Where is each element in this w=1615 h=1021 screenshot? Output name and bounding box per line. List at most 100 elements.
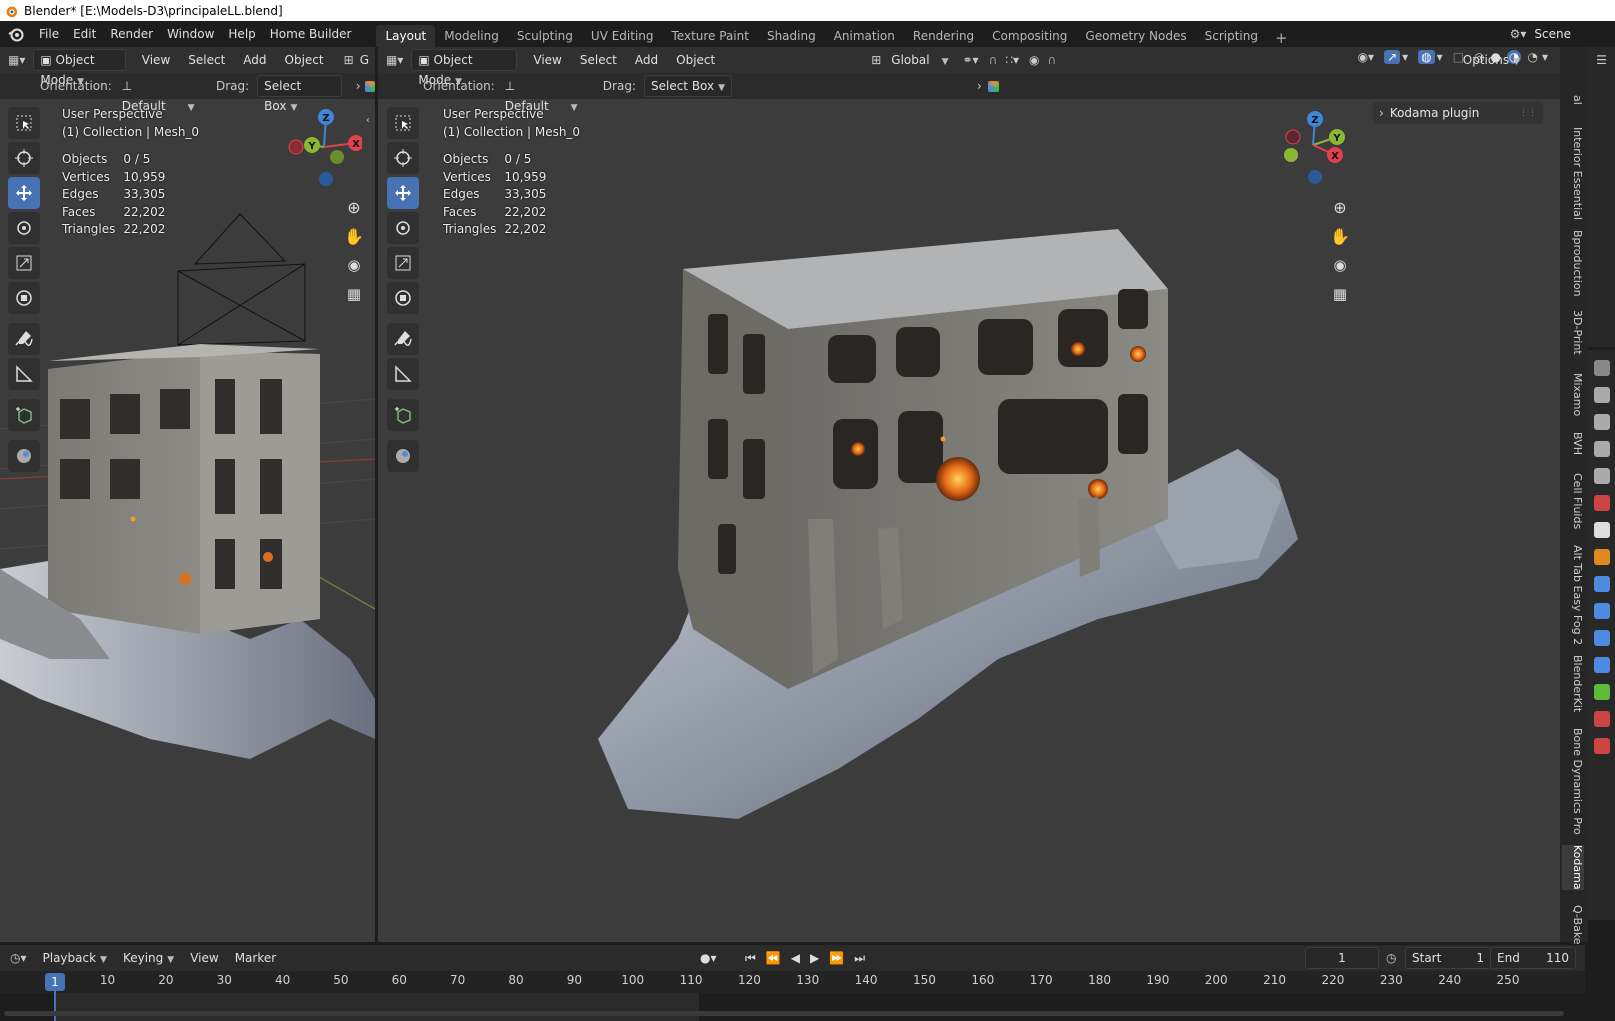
shading-dropdown-icon[interactable]: ▾ xyxy=(1542,50,1548,64)
tab-layout[interactable]: Layout xyxy=(376,25,436,47)
zoom-icon[interactable]: ⊕ xyxy=(342,195,366,219)
left-menu-add[interactable]: Add xyxy=(237,50,272,70)
play-reverse-icon[interactable]: ◀ xyxy=(791,951,800,965)
playback-menu[interactable]: Playback ▼ xyxy=(37,948,113,968)
main-move-tool[interactable] xyxy=(387,177,419,209)
main-mode-dropdown[interactable]: ▣ Object Mode ▼ xyxy=(411,49,518,87)
sidebar-tab-bproduction[interactable]: Bproduction xyxy=(1562,230,1584,297)
main-menu-view[interactable]: View xyxy=(527,50,567,70)
overlay-dropdown-icon[interactable]: ▾ xyxy=(1437,50,1443,64)
sidebar-tab-bvh[interactable]: BVH xyxy=(1562,432,1584,455)
sidebar-tab-alt-tab-easy-fog[interactable]: Alt Tab Easy Fog 2 xyxy=(1562,545,1584,645)
menu-file[interactable]: File xyxy=(32,27,66,41)
gizmo-dropdown-icon[interactable]: ▾ xyxy=(1402,50,1408,64)
transform-orientation-dropdown[interactable]: Global ▼ xyxy=(885,50,954,70)
blender-menu-icon[interactable] xyxy=(8,26,24,42)
snap-magnet-icon[interactable]: ∩ xyxy=(989,53,998,67)
left-navigation-gizmo[interactable]: Z X Y xyxy=(282,107,362,187)
data-properties-icon[interactable] xyxy=(1593,684,1610,700)
constraints-properties-icon[interactable] xyxy=(1593,657,1610,673)
main-zoom-icon[interactable]: ⊕ xyxy=(1328,195,1352,219)
left-sidebar-toggle-icon[interactable]: ‹ xyxy=(366,115,370,126)
main-collapse-chevron-icon[interactable]: › xyxy=(977,79,982,93)
gizmo-toggle-icon[interactable]: ↗ xyxy=(1384,50,1401,64)
main-menu-select[interactable]: Select xyxy=(574,50,623,70)
sidebar-tab-3d-print[interactable]: 3D-Print xyxy=(1562,310,1584,355)
annotate-tool[interactable] xyxy=(8,323,40,355)
object-properties-icon[interactable] xyxy=(1593,549,1610,565)
play-icon[interactable]: ▶ xyxy=(810,951,819,965)
left-collapse-chevron-icon[interactable]: › xyxy=(356,79,361,93)
perspective-grid-icon[interactable]: ▦ xyxy=(342,282,366,306)
sidebar-tab-cell-fluids[interactable]: Cell Fluids xyxy=(1562,473,1584,529)
main-rotate-tool[interactable] xyxy=(387,212,419,244)
timeline-view-menu[interactable]: View xyxy=(184,948,224,968)
record-icon[interactable]: ●▾ xyxy=(700,951,717,965)
tab-modeling[interactable]: Modeling xyxy=(435,25,508,47)
left-menu-select[interactable]: Select xyxy=(182,50,231,70)
view-layer-properties-icon[interactable] xyxy=(1593,441,1610,457)
collection-properties-icon[interactable] xyxy=(1593,522,1610,538)
transform-tool[interactable] xyxy=(8,282,40,314)
add-workspace-icon[interactable]: + xyxy=(1267,29,1296,47)
add-cube-tool[interactable] xyxy=(8,399,40,431)
material-properties-icon[interactable] xyxy=(1593,711,1610,727)
scene-selector-icon[interactable]: ⚙▾ xyxy=(1510,27,1527,41)
left-transform-orientation-icon[interactable]: ⊞ xyxy=(344,53,354,67)
physics-properties-icon[interactable] xyxy=(1593,630,1610,646)
left-drag-dropdown[interactable]: Select Box ▼ xyxy=(257,75,342,113)
main-pan-hand-icon[interactable]: ✋ xyxy=(1328,224,1352,248)
proportional-edit-icon[interactable]: ◉ xyxy=(1029,53,1039,67)
main-shading-ball-tool[interactable] xyxy=(387,440,419,472)
tab-animation[interactable]: Animation xyxy=(825,25,904,47)
timeline-area[interactable]: 10 20 30 40 50 60 70 80 90 100 110 120 130 140 150 160 1… xyxy=(0,971,1585,1021)
prev-keyframe-icon[interactable]: ⏪ xyxy=(766,951,781,965)
render-properties-icon[interactable] xyxy=(1593,387,1610,403)
main-select-box-tool[interactable] xyxy=(387,107,419,139)
measure-tool[interactable] xyxy=(8,358,40,390)
tab-sculpting[interactable]: Sculpting xyxy=(508,25,582,47)
sidebar-tab-bone-dynamics-pro[interactable]: Bone Dynamics Pro xyxy=(1562,728,1584,835)
main-annotate-tool[interactable] xyxy=(387,323,419,355)
camera-view-icon[interactable]: ◉ xyxy=(342,253,366,277)
menu-edit[interactable]: Edit xyxy=(66,27,103,41)
snap-increment-icon[interactable]: ∷▾ xyxy=(1005,53,1019,67)
main-perspective-grid-icon[interactable]: ▦ xyxy=(1328,282,1352,306)
outliner-editor-icon[interactable]: ☰ xyxy=(1588,53,1615,67)
tab-shading[interactable]: Shading xyxy=(758,25,825,47)
cursor-tool[interactable] xyxy=(8,142,40,174)
visibility-eye-icon[interactable]: ◉▾ xyxy=(1358,50,1375,64)
main-drag-dropdown[interactable]: Select Box ▼ xyxy=(643,75,733,97)
tab-scripting[interactable]: Scripting xyxy=(1196,25,1267,47)
main-camera-view-icon[interactable]: ◉ xyxy=(1328,253,1352,277)
timeline-editor-type-icon[interactable]: ◷▾ xyxy=(10,951,27,965)
scene-properties-icon[interactable] xyxy=(1593,468,1610,484)
menu-render[interactable]: Render xyxy=(103,27,160,41)
main-navigation-gizmo[interactable]: Z Y X xyxy=(1281,109,1361,189)
world-properties-icon[interactable] xyxy=(1593,495,1610,511)
sidebar-tab-mixamo[interactable]: Mixamo xyxy=(1562,373,1584,416)
main-3d-viewport[interactable]: ▦▾ ▣ Object Mode ▼ View Select Add Object… xyxy=(378,47,1560,942)
main-orientation-dropdown[interactable]: ⊥ Default ▼ xyxy=(499,76,591,113)
main-menu-object[interactable]: Object xyxy=(670,50,721,70)
preview-range-icon[interactable]: ◷ xyxy=(1386,951,1396,965)
tab-geometry-nodes[interactable]: Geometry Nodes xyxy=(1076,25,1195,47)
main-scale-tool[interactable] xyxy=(387,247,419,279)
timeline-marker-menu[interactable]: Marker xyxy=(229,948,282,968)
end-frame-field[interactable]: End 110 xyxy=(1490,947,1576,969)
menu-window[interactable]: Window xyxy=(160,27,221,41)
rendered-shading-icon[interactable]: ◔ xyxy=(1527,50,1537,64)
tool-properties-icon[interactable] xyxy=(1593,360,1610,376)
move-tool[interactable] xyxy=(8,177,40,209)
output-properties-icon[interactable] xyxy=(1593,414,1610,430)
menu-home-builder[interactable]: Home Builder xyxy=(263,27,359,41)
transform-orientation-icon[interactable]: ⊞ xyxy=(871,53,881,67)
scene-name[interactable]: Scene xyxy=(1534,27,1571,41)
left-menu-view[interactable]: View xyxy=(136,50,176,70)
next-keyframe-icon[interactable]: ⏩ xyxy=(829,951,844,965)
options-dropdown[interactable]: Options ▼ xyxy=(1457,50,1526,70)
editor-type-icon[interactable]: ▦▾ xyxy=(8,53,25,67)
menu-help[interactable]: Help xyxy=(221,27,262,41)
sidebar-tab-blenderkit[interactable]: BlenderKit xyxy=(1562,655,1584,712)
texture-properties-icon[interactable] xyxy=(1593,738,1610,754)
